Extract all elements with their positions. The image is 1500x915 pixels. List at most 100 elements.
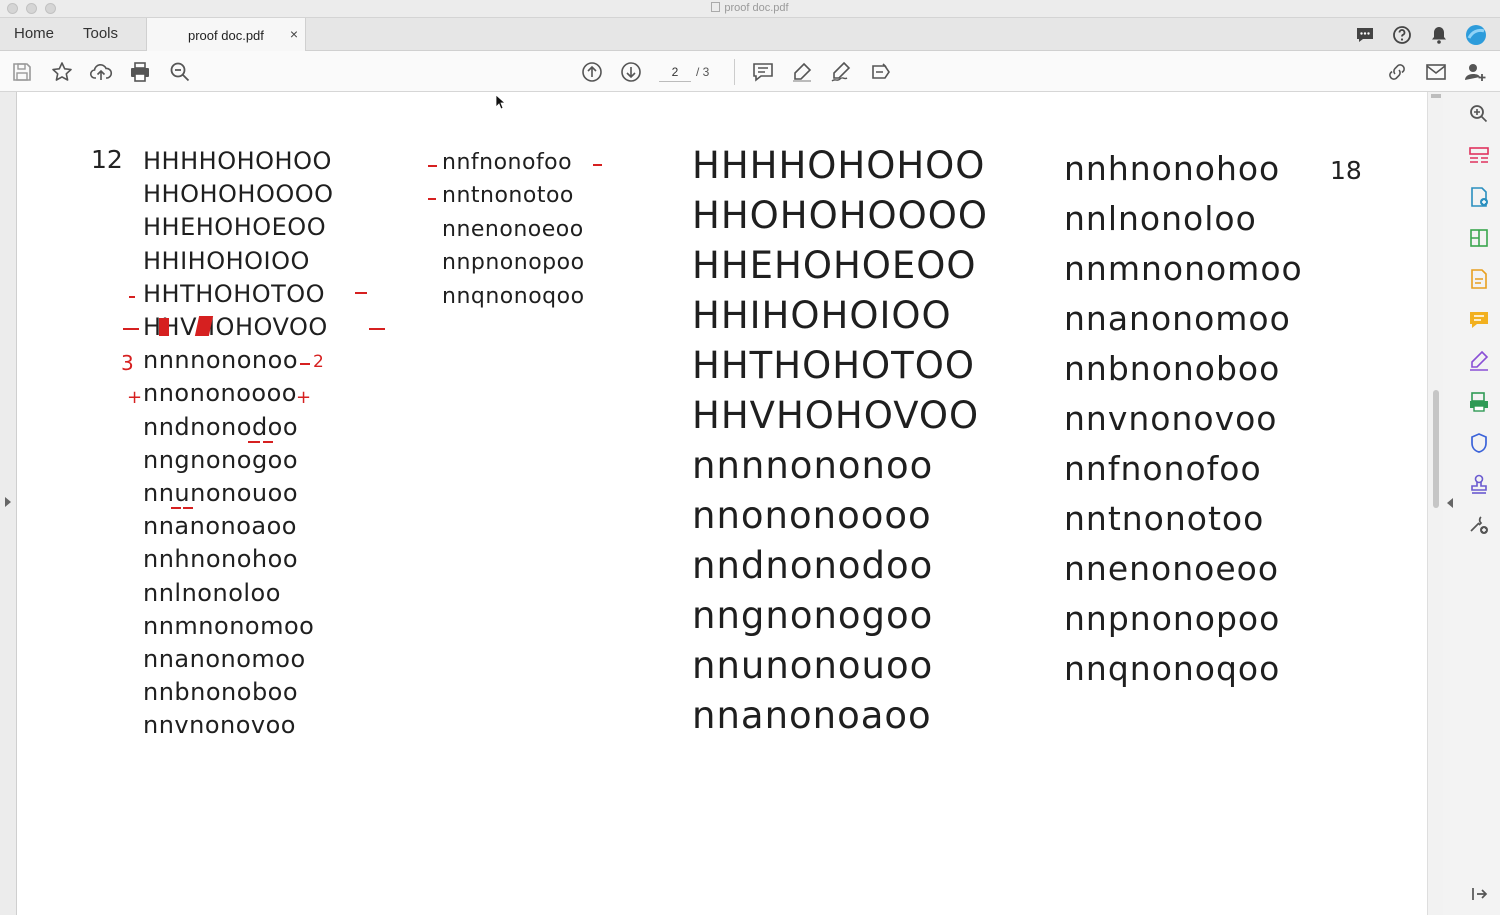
page-down-icon[interactable] bbox=[619, 60, 643, 84]
left-panel-toggle[interactable] bbox=[0, 92, 17, 915]
annotation-three: 3 bbox=[121, 351, 134, 375]
text-line-large: nnunonouoo bbox=[692, 644, 934, 687]
annotation-mark bbox=[123, 328, 139, 330]
highlight-icon[interactable] bbox=[790, 60, 814, 84]
text-line: nnlnonoloo bbox=[143, 578, 281, 607]
text-line-large: nndnonodoo bbox=[692, 544, 934, 587]
text-line: nnanonoaoo bbox=[143, 512, 297, 541]
collapse-panel-icon[interactable] bbox=[1467, 882, 1491, 906]
annotation-mark bbox=[369, 328, 385, 330]
text-line-large: HHEHOHOEOO bbox=[692, 244, 977, 287]
right-tools-panel bbox=[1443, 92, 1500, 915]
annotation-underline bbox=[171, 507, 181, 509]
text-line: nnnnononoo bbox=[143, 346, 298, 375]
save-icon[interactable] bbox=[10, 60, 34, 84]
text-line: nnhnonohoo bbox=[143, 545, 298, 574]
scrollbar-top bbox=[1431, 94, 1441, 98]
text-line-large: nnqnonoqoo bbox=[1064, 649, 1281, 688]
annotation-underline bbox=[248, 441, 260, 443]
bell-icon[interactable] bbox=[1429, 25, 1449, 45]
window-title: proof doc.pdf bbox=[0, 2, 1500, 14]
toolbar: 2 / 3 bbox=[0, 51, 1500, 92]
text-line: nnunonouoo bbox=[143, 479, 298, 507]
tab-tools[interactable]: Tools bbox=[83, 25, 118, 42]
annotation-mark bbox=[428, 165, 437, 167]
zoom-in-icon[interactable] bbox=[1467, 102, 1491, 126]
vertical-scrollbar[interactable] bbox=[1427, 92, 1443, 915]
sign-icon[interactable] bbox=[829, 60, 853, 84]
text-line-large: nnanonoaoo bbox=[692, 694, 932, 737]
text-line: nnvnonovoo bbox=[143, 711, 296, 740]
chat-icon[interactable] bbox=[1355, 25, 1375, 45]
text-line-large: HHTHOHOTOO bbox=[692, 344, 975, 387]
text-line: HHVHOHOVOO bbox=[143, 313, 328, 341]
annotation-mark bbox=[593, 164, 602, 166]
upload-icon[interactable] bbox=[89, 60, 113, 84]
annotation-mark bbox=[300, 363, 310, 365]
protect-icon[interactable] bbox=[1467, 431, 1491, 455]
text-line-large: nnlnonoloo bbox=[1064, 199, 1257, 238]
text-line-large: nnononoooo bbox=[692, 494, 932, 537]
email-icon[interactable] bbox=[1424, 60, 1448, 84]
text-line-large: nnnnononoo bbox=[692, 444, 934, 487]
close-tab-button[interactable]: × bbox=[290, 26, 298, 42]
fill-sign-icon[interactable] bbox=[1467, 349, 1491, 373]
annotation-underline bbox=[183, 507, 193, 509]
text-line-large: HHHHOHOHOO bbox=[692, 144, 986, 187]
tab-home[interactable]: Home bbox=[14, 25, 54, 42]
tab-bar: Home Tools proof doc.pdf × bbox=[0, 18, 1500, 51]
mouse-cursor-icon bbox=[495, 94, 505, 110]
text-line-large: nnvnonovoo bbox=[1064, 399, 1278, 438]
text-line: nnononoooo bbox=[143, 379, 297, 408]
edit-pdf-icon[interactable] bbox=[1467, 226, 1491, 250]
more-tools-icon[interactable] bbox=[1467, 513, 1491, 537]
scrollbar-thumb[interactable] bbox=[1433, 390, 1439, 508]
text-line: nnanonomoo bbox=[143, 645, 306, 673]
expand-left-icon bbox=[5, 497, 11, 507]
document-page[interactable]: 12 HHHHOHOHOO HHOHOHOOOO HHEHOHOEOO HHIHOHO… bbox=[17, 92, 1427, 915]
text-line-large: nnpnonopoo bbox=[1064, 599, 1281, 638]
tab-document[interactable]: proof doc.pdf × bbox=[146, 18, 306, 51]
page-up-icon[interactable] bbox=[580, 60, 604, 84]
annotation-plus: + bbox=[296, 387, 312, 408]
create-pdf-icon[interactable] bbox=[1467, 267, 1491, 291]
text-line-large: nnmnonomoo bbox=[1064, 249, 1303, 288]
redact-icon[interactable] bbox=[869, 60, 893, 84]
comment-icon[interactable] bbox=[751, 60, 775, 84]
help-icon[interactable] bbox=[1392, 25, 1412, 45]
share-link-icon[interactable] bbox=[1385, 60, 1409, 84]
text-line-large: nntnonotoo bbox=[1064, 499, 1265, 538]
text-line: HHTHOHOTOO bbox=[143, 279, 326, 308]
add-user-icon[interactable] bbox=[1463, 60, 1487, 84]
text-line: nnfnonofoo bbox=[442, 150, 573, 175]
annotation-underline bbox=[263, 441, 273, 443]
zoom-out-icon[interactable] bbox=[168, 60, 192, 84]
collapse-right-icon[interactable] bbox=[1447, 498, 1453, 508]
comment-tool-icon[interactable] bbox=[1467, 308, 1491, 332]
text-line: HHEHOHOEOO bbox=[143, 213, 327, 242]
text-line: nngnonogoo bbox=[143, 445, 299, 474]
annotation-mark bbox=[355, 292, 367, 294]
text-line: nnpnonopoo bbox=[442, 250, 585, 276]
scan-ocr-icon[interactable] bbox=[1467, 390, 1491, 414]
text-line-large: nnenonoeoo bbox=[1064, 549, 1280, 588]
page-number-input[interactable]: 2 bbox=[659, 62, 691, 82]
text-line-large: nngnonogoo bbox=[692, 594, 934, 637]
window-title-text: proof doc.pdf bbox=[724, 2, 789, 14]
print-icon[interactable] bbox=[128, 60, 152, 84]
annotation-two: 2 bbox=[313, 352, 324, 372]
toolbar-divider bbox=[734, 59, 735, 85]
annotation-plus: + bbox=[127, 387, 143, 408]
star-icon[interactable] bbox=[50, 60, 74, 84]
page-total: / 3 bbox=[696, 65, 710, 79]
avatar-icon[interactable] bbox=[1465, 24, 1486, 45]
text-line: nndnonodoo bbox=[143, 412, 299, 441]
export-pdf-icon[interactable] bbox=[1467, 185, 1491, 209]
text-line: nntnonotoo bbox=[442, 183, 574, 209]
stamp-icon[interactable] bbox=[1467, 472, 1491, 496]
text-line: nnbnonoboo bbox=[143, 678, 299, 707]
size-label-18: 18 bbox=[1330, 156, 1362, 185]
organize-pages-icon[interactable] bbox=[1467, 144, 1491, 168]
text-line: nnmnonomoo bbox=[143, 611, 315, 640]
text-line-large: nnanonomoo bbox=[1064, 299, 1291, 338]
